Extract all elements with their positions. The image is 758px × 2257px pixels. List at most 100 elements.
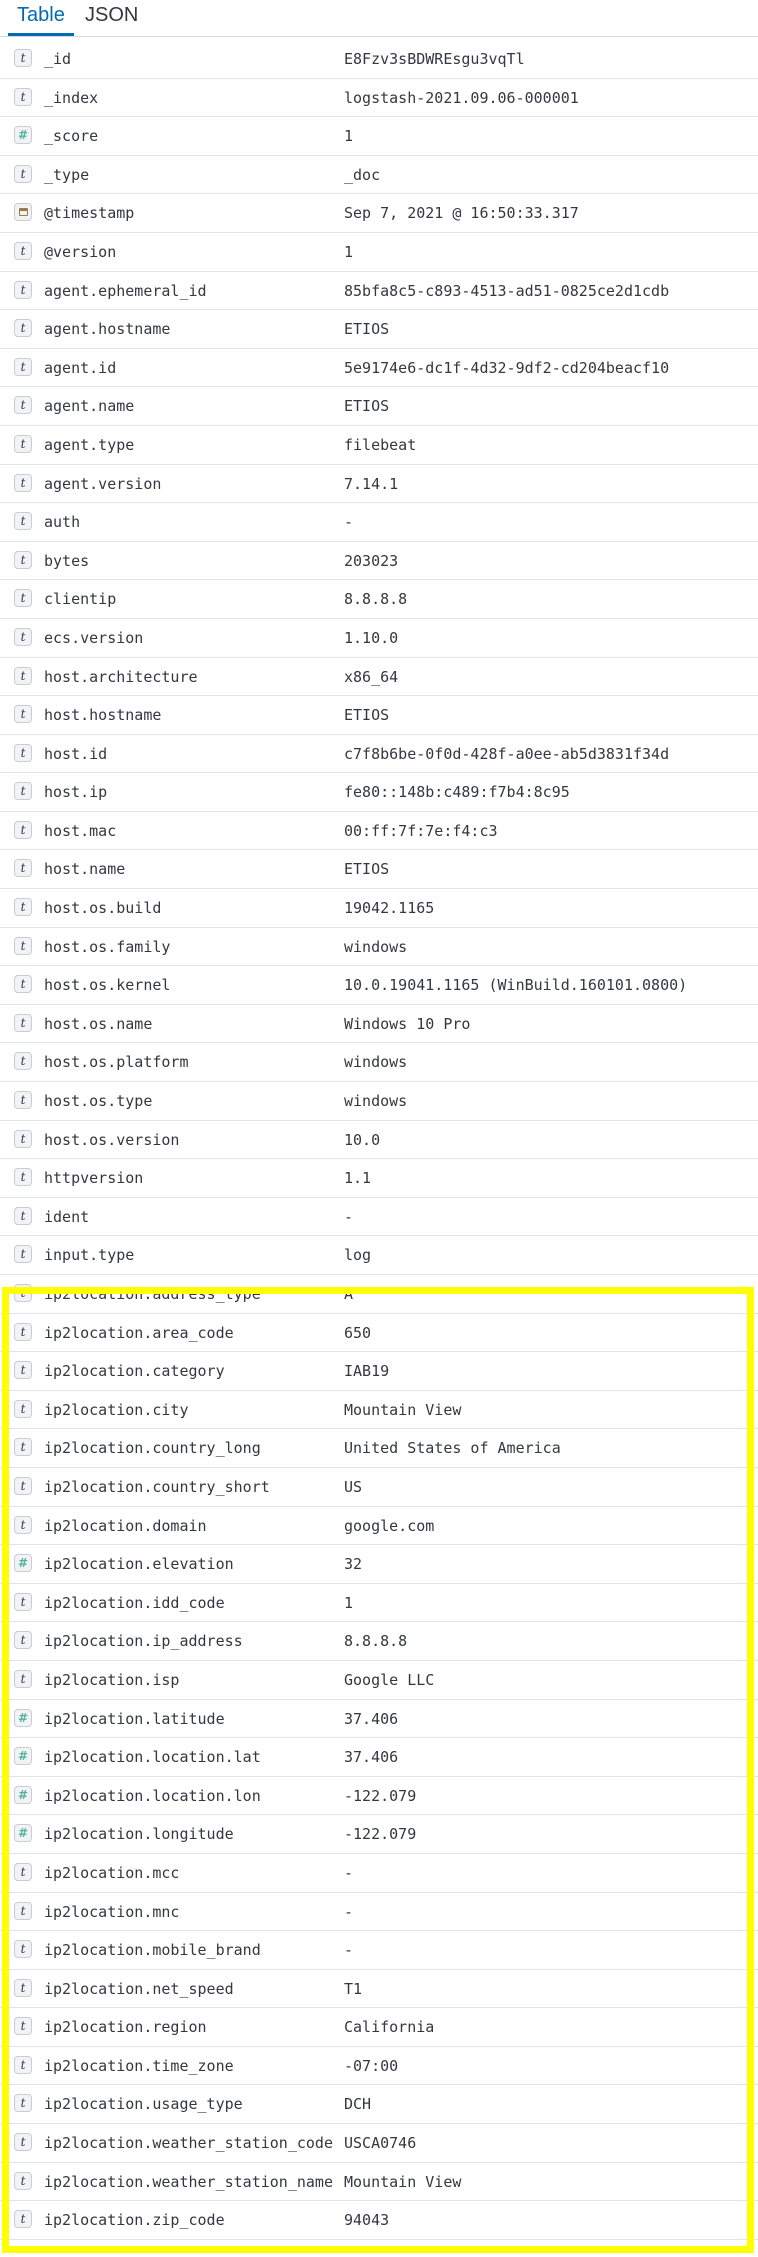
field-name: httpversion (44, 1169, 144, 1188)
field-value: ETIOS (344, 706, 390, 725)
string-type-icon: t (14, 2171, 32, 2190)
string-type-icon: t (14, 1322, 32, 1341)
string-type-icon: t (14, 1862, 32, 1881)
field-value: USCA0746 (344, 2134, 417, 2153)
string-type-icon: t (14, 49, 32, 67)
field-value: 37.406 (344, 1748, 399, 1767)
field-row: t host.name ETIOS (0, 850, 758, 890)
field-name: agent.type (44, 435, 135, 454)
field-name: _score (44, 127, 99, 146)
field-name: ip2location.net_speed (44, 1979, 234, 1998)
string-type-icon: t (14, 898, 32, 917)
field-name: host.os.build (44, 899, 162, 918)
field-name: host.os.platform (44, 1053, 189, 1072)
field-name: input.type (44, 1246, 135, 1265)
field-name: agent.version (44, 474, 162, 493)
string-type-icon: t (14, 627, 32, 646)
field-name: ip2location.mnc (44, 1902, 180, 1921)
field-value: 32 (344, 1555, 363, 1574)
field-row: t _type _doc (0, 156, 758, 195)
field-name: _index (44, 88, 99, 107)
field-value: Mountain View (344, 1400, 462, 1419)
field-value: - (344, 1207, 354, 1226)
string-type-icon: t (14, 1476, 32, 1495)
field-value: - (344, 1902, 354, 1921)
field-name: ip2location.usage_type (44, 2095, 243, 2114)
field-name: host.mac (44, 821, 117, 840)
field-value: - (344, 1863, 354, 1882)
field-row: t ip2location.zip_code 94043 (0, 2201, 758, 2240)
field-name: ip2location.mobile_brand (44, 1941, 261, 1960)
field-row: t ip2location.time_zone -07:00 (0, 2047, 758, 2086)
field-name: ip2location.region (44, 2018, 207, 2037)
string-type-icon: t (14, 743, 32, 762)
field-name: host.os.name (44, 1014, 153, 1033)
field-row: t @version 1 (0, 233, 758, 272)
field-value: 650 (344, 1323, 372, 1342)
field-name: ip2location.address_type (44, 1285, 261, 1303)
string-type-icon: t (14, 512, 32, 531)
field-value: -122.079 (344, 1786, 417, 1805)
field-row: t host.os.family windows (0, 928, 758, 967)
field-row: t ident - (0, 1198, 758, 1237)
string-type-icon: t (14, 1669, 32, 1688)
field-row: t ip2location.weather_station_code USCA074… (0, 2124, 758, 2163)
field-value: T1 (344, 1979, 363, 1998)
number-type-icon: # (14, 126, 32, 145)
field-value: _doc (344, 165, 381, 184)
tab-table[interactable]: Table (8, 0, 74, 36)
string-type-icon: t (14, 1013, 32, 1032)
string-type-icon: t (14, 87, 32, 106)
field-row: t ip2location.isp Google LLC (0, 1661, 758, 1700)
field-row: t bytes 203023 (0, 542, 758, 581)
string-type-icon: t (14, 2133, 32, 2152)
field-row: t host.os.build 19042.1165 (0, 889, 758, 928)
string-type-icon: t (14, 550, 32, 569)
field-value: Mountain View (344, 2172, 462, 2191)
string-type-icon: t (14, 1091, 32, 1110)
number-type-icon: # (14, 1824, 32, 1843)
field-value: 1.1 (344, 1169, 372, 1188)
field-value: 8.8.8.8 (344, 590, 408, 609)
field-row: t _id E8Fzv3sBDWREsgu3vqTl (0, 40, 758, 79)
field-value: -07:00 (344, 2056, 399, 2075)
field-name: host.os.family (44, 937, 171, 956)
field-name: agent.id (44, 358, 117, 377)
field-row: t agent.id 5e9174e6-dc1f-4d32-9df2-cd204be… (0, 349, 758, 388)
field-row: t ecs.version 1.10.0 (0, 619, 758, 658)
field-row: t host.id c7f8b6be-0f0d-428f-a0ee-ab5d3831… (0, 735, 758, 774)
field-value: 00:ff:7f:7e:f4:c3 (344, 821, 498, 840)
string-type-icon: t (14, 1631, 32, 1650)
tab-json[interactable]: JSON (76, 0, 147, 36)
field-row: t host.os.type windows (0, 1082, 758, 1121)
field-name: agent.ephemeral_id (44, 281, 207, 300)
field-row: t ip2location.address_type A (0, 1275, 758, 1314)
field-value: filebeat (344, 435, 417, 454)
field-row: t agent.name ETIOS (0, 387, 758, 426)
field-value: google.com (344, 1516, 435, 1535)
string-type-icon: t (14, 357, 32, 376)
field-name: ip2location.country_short (44, 1477, 270, 1496)
string-type-icon: t (14, 1978, 32, 1997)
field-name: _id (44, 50, 72, 68)
field-value: Sep 7, 2021 @ 16:50:33.317 (344, 204, 579, 223)
field-row: t host.architecture x86_64 (0, 658, 758, 697)
field-row: t host.os.platform windows (0, 1043, 758, 1083)
field-name: ip2location.weather_station_code (44, 2134, 333, 2153)
field-value: 1 (344, 127, 354, 146)
field-name: ip2location.ip_address (44, 1632, 243, 1651)
string-type-icon: t (14, 2055, 32, 2074)
field-value: California (344, 2018, 435, 2037)
field-value: US (344, 1477, 363, 1496)
field-name: agent.hostname (44, 320, 171, 339)
field-name: ip2location.city (44, 1400, 189, 1419)
field-row: t ip2location.net_speed T1 (0, 1970, 758, 2009)
field-name: ip2location.zip_code (44, 2211, 225, 2230)
field-name: bytes (44, 551, 90, 570)
field-value: windows (344, 1053, 408, 1072)
field-row: t ip2location.mcc - (0, 1854, 758, 1893)
field-row: t ip2location.weather_station_name Mountai… (0, 2163, 758, 2202)
field-row: t host.ip fe80::148b:c489:f7b4:8c95 (0, 773, 758, 812)
field-name: host.os.type (44, 1092, 153, 1111)
string-type-icon: t (14, 589, 32, 608)
